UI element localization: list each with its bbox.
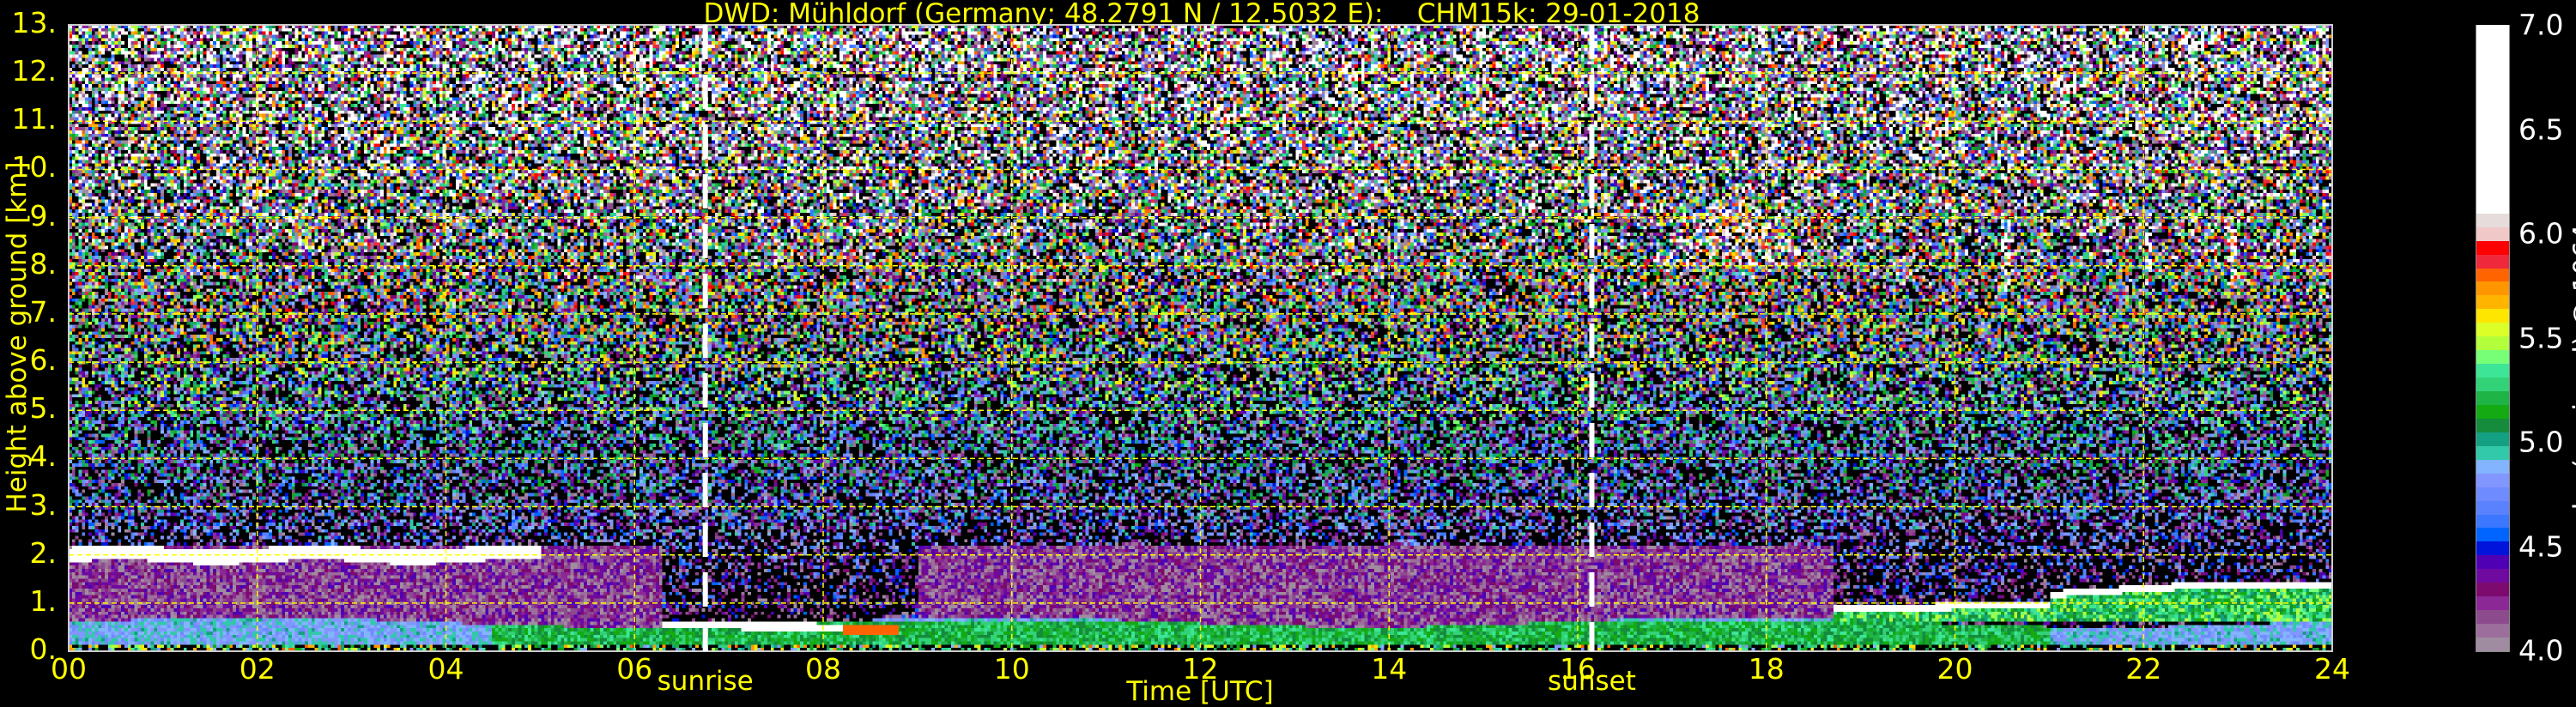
colorbar-bin: [2476, 348, 2509, 365]
colorbar-tick-label: 5.5: [2518, 321, 2564, 354]
colorbar-bin: [2476, 362, 2509, 378]
x-tick-label: 02: [239, 652, 276, 686]
colorbar-bin: [2476, 581, 2509, 597]
colorbar-bin: [2476, 267, 2509, 282]
colorbar-bin: [2476, 376, 2509, 392]
y-tick-label: 9.: [29, 198, 58, 233]
colorbar-bin: [2476, 458, 2509, 474]
colorbar-bin: [2476, 595, 2509, 611]
colorbar-bin: [2476, 239, 2509, 255]
colorbar-bin: [2476, 636, 2509, 651]
x-tick-label: 24: [2314, 652, 2350, 686]
colorbar-bin: [2476, 527, 2509, 542]
x-tick-label: 20: [1937, 652, 1973, 686]
colorbar-bin: [2476, 390, 2509, 405]
colorbar-tick-label: 6.0: [2518, 216, 2564, 251]
colorbar-tick-label: 4.5: [2518, 529, 2564, 563]
y-tick-label: 7.: [29, 294, 58, 329]
grid-overlay: [68, 24, 2333, 652]
x-tick-label: 04: [427, 652, 464, 686]
colorbar-bin: [2476, 608, 2509, 625]
colorbar-bin: [2476, 499, 2509, 515]
y-tick-label: 5.: [29, 391, 58, 426]
sunset-label: sunset: [1548, 666, 1636, 697]
colorbar-bin: [2476, 431, 2509, 446]
colorbar-bin: [2476, 622, 2509, 638]
y-tick-label: 6.: [29, 343, 58, 378]
y-tick-label: 1.: [29, 583, 58, 618]
colorbar-tick-label: 4.0: [2518, 633, 2564, 668]
x-tick-label: 00: [51, 652, 87, 686]
colorbar-bin: [2476, 417, 2509, 432]
colorbar-bin: [2476, 486, 2509, 501]
y-tick-label: 11.: [11, 102, 57, 136]
colorbar-bin: [2476, 307, 2509, 323]
colorbar-tick-label: 5.0: [2518, 425, 2564, 459]
colorbar-bin: [2476, 293, 2509, 310]
y-axis-label: Height above ground [km]: [2, 161, 33, 513]
y-tick-label: 12.: [11, 54, 57, 88]
colorbar-bin: [2476, 212, 2509, 227]
plot-area: [68, 24, 2333, 652]
x-tick-label: 22: [2125, 652, 2162, 686]
y-tick-label: 8.: [29, 246, 58, 281]
colorbar: [2476, 24, 2510, 652]
colorbar-bin: [2476, 553, 2509, 570]
x-tick-label: 06: [616, 652, 653, 686]
y-tick-label: 4.: [29, 439, 58, 474]
colorbar-tick-label: 6.5: [2518, 112, 2564, 146]
colorbar-bin: [2476, 540, 2509, 556]
colorbar-bin: [2476, 335, 2509, 351]
y-tick-label: 2.: [29, 535, 58, 570]
colorbar-bin: [2476, 226, 2509, 241]
colorbar-bin: [2476, 321, 2509, 337]
colorbar-bin: [2476, 253, 2509, 269]
colorbar-bin: [2476, 24, 2509, 214]
colorbar-bin: [2476, 444, 2509, 460]
x-tick-label: 10: [993, 652, 1030, 686]
x-tick-label: 12: [1182, 652, 1219, 686]
colorbar-tick-label: 7.0: [2518, 8, 2564, 42]
x-tick-label: 18: [1748, 652, 1785, 686]
y-tick-label: 3.: [29, 487, 58, 522]
colorbar-bin: [2476, 567, 2509, 583]
colorbar-bin: [2476, 472, 2509, 487]
y-tick-label: 10.: [11, 150, 57, 184]
colorbar-label: log(rc-signal) @ 1064 nm: [2568, 172, 2576, 511]
x-tick-label: 14: [1371, 652, 1408, 686]
colorbar-bin: [2476, 281, 2509, 296]
colorbar-bin: [2476, 403, 2509, 419]
y-tick-label: 13.: [11, 6, 57, 39]
x-tick-label: 08: [805, 652, 841, 686]
sunrise-label: sunrise: [657, 666, 754, 697]
colorbar-bin: [2476, 513, 2509, 529]
